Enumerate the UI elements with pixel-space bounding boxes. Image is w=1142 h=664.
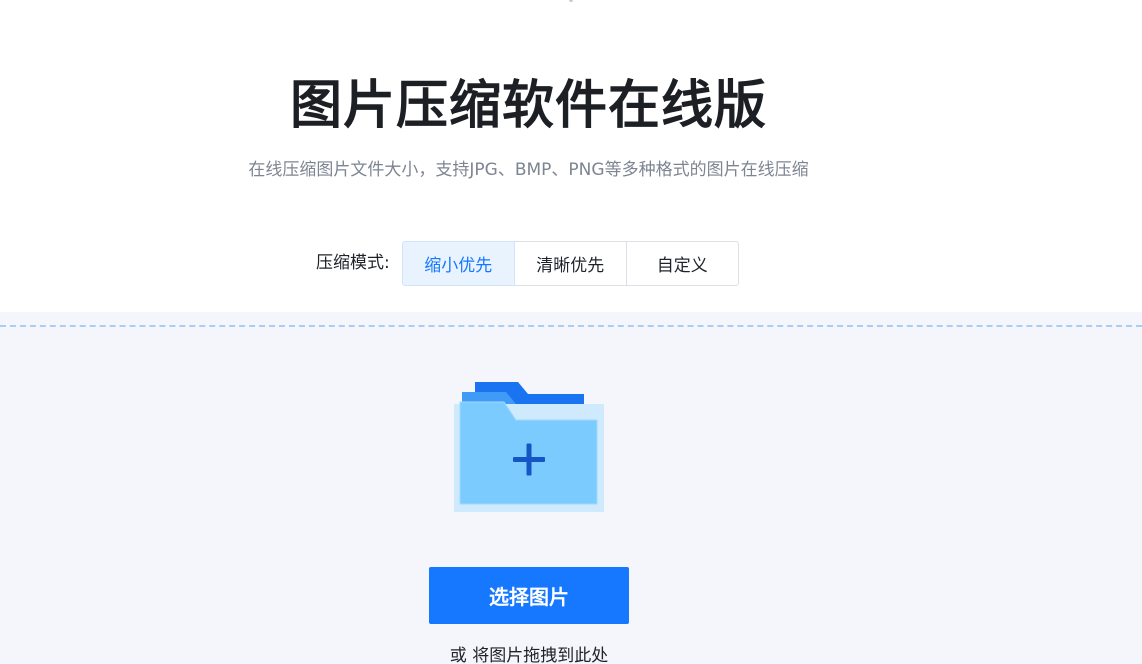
compression-mode-label: 压缩模式: (316, 253, 390, 273)
select-image-button[interactable]: 选择图片 (429, 567, 629, 624)
compression-mode-tabs: 缩小优先 清晰优先 自定义 (401, 241, 739, 286)
mode-tab-clarity-first[interactable]: 清晰优先 (513, 241, 627, 286)
page-title: 图片压缩软件在线版 (289, 76, 767, 136)
mode-tab-custom[interactable]: 自定义 (625, 241, 739, 286)
compression-mode-selector: 压缩模式: 缩小优先 清晰优先 自定义 (316, 241, 739, 286)
page-subtitle: 在线压缩图片文件大小，支持JPG、BMP、PNG等多种格式的图片在线压缩 (248, 160, 809, 180)
upload-drop-zone[interactable]: 选择图片 或 将图片拖拽到此处 (0, 312, 1142, 664)
drag-hint-text: 或 将图片拖拽到此处 (449, 646, 609, 664)
mode-tab-shrink-first[interactable]: 缩小优先 (401, 241, 515, 286)
page: 图片压缩软件在线版 在线压缩图片文件大小，支持JPG、BMP、PNG等多种格式的… (0, 0, 1142, 664)
top-dot (569, 0, 573, 2)
drop-zone-dashed-border (0, 325, 1142, 327)
folder-plus-icon[interactable] (454, 382, 604, 512)
